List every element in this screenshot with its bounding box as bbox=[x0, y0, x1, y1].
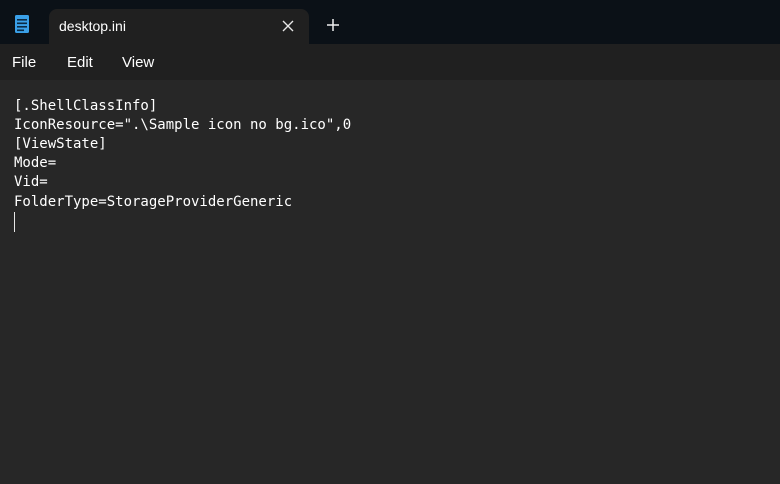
text-line: FolderType=StorageProviderGeneric bbox=[14, 194, 293, 210]
notepad-window: desktop.ini File Edit View [.ShellClassI… bbox=[0, 0, 780, 484]
text-line: IconResource=".\Sample icon no bg.ico",0 bbox=[14, 117, 352, 133]
tab-title: desktop.ini bbox=[59, 18, 126, 34]
text-editor[interactable]: [.ShellClassInfo] IconResource=".\Sample… bbox=[0, 80, 780, 484]
menu-edit[interactable]: Edit bbox=[67, 54, 93, 71]
notepad-icon bbox=[14, 14, 30, 34]
menu-bar: File Edit View bbox=[0, 44, 780, 80]
tab-desktop-ini[interactable]: desktop.ini bbox=[49, 9, 309, 44]
new-tab-button[interactable] bbox=[326, 18, 340, 32]
text-line: Vid= bbox=[14, 174, 48, 190]
text-line: Mode= bbox=[14, 155, 57, 171]
text-caret bbox=[14, 212, 15, 232]
text-line: [ViewState] bbox=[14, 136, 107, 152]
text-line: [.ShellClassInfo] bbox=[14, 98, 158, 114]
close-icon[interactable] bbox=[281, 19, 295, 33]
menu-file[interactable]: File bbox=[12, 54, 36, 71]
menu-view[interactable]: View bbox=[122, 54, 154, 71]
title-bar: desktop.ini bbox=[0, 0, 780, 44]
